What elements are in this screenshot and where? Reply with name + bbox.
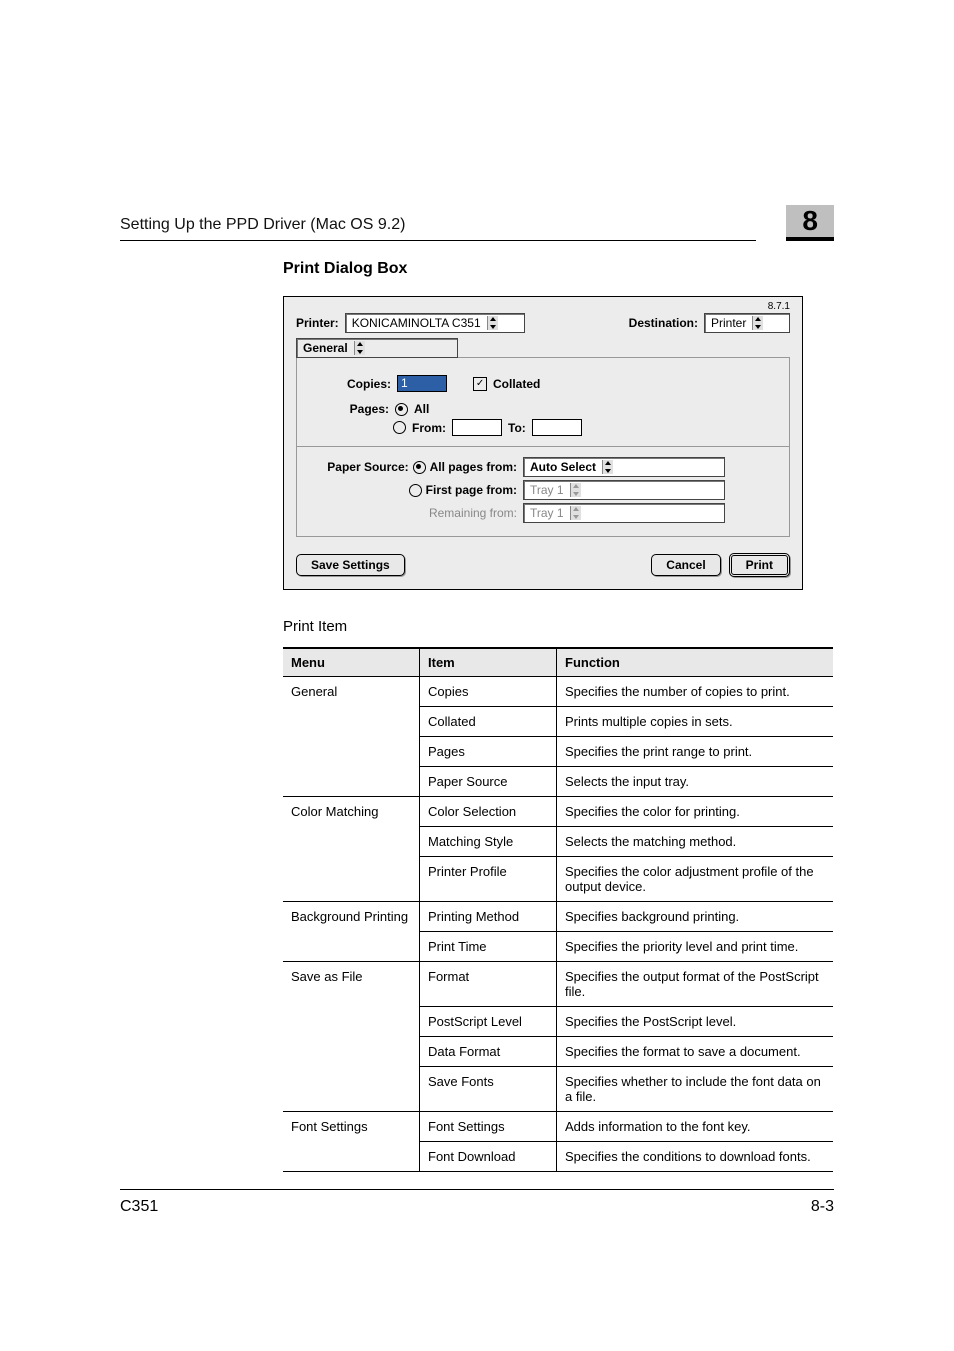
destination-popup[interactable]: Printer [704,313,790,333]
cell-item: Printing Method [420,902,557,932]
print-button[interactable]: Print [729,553,790,577]
cell-func: Selects the input tray. [557,767,834,797]
th-function: Function [557,648,834,677]
cell-func: Specifies the color adjustment profile o… [557,857,834,902]
panel-popup-value: General [303,341,348,355]
ps-allpages-popup[interactable]: Auto Select [523,457,725,477]
ps-allpages-value: Auto Select [530,460,596,474]
panel-popup[interactable]: General [296,338,458,358]
copies-input[interactable]: 1 [397,375,447,392]
cell-func: Specifies the output format of the PostS… [557,962,834,1007]
cell-item: Copies [420,677,557,707]
cell-item: Matching Style [420,827,557,857]
printer-popup-value: KONICAMINOLTA C351 [352,316,481,330]
cell-item: Printer Profile [420,857,557,902]
cell-item: Print Time [420,932,557,962]
cell-menu: Color Matching [283,797,420,902]
footer-model: C351 [120,1198,811,1216]
th-item: Item [420,648,557,677]
pages-to-input[interactable] [532,419,582,436]
pages-all-label: All [414,402,429,416]
cancel-button[interactable]: Cancel [651,554,720,576]
destination-popup-value: Printer [711,316,746,330]
printer-label: Printer: [296,316,339,330]
cell-func: Specifies the priority level and print t… [557,932,834,962]
ps-allpages-radio[interactable] [413,461,426,474]
ps-firstpage-radio[interactable] [409,484,422,497]
table-row: Color Matching Color Selection Specifies… [283,797,833,827]
table-row: General Copies Specifies the number of c… [283,677,833,707]
cell-item: Data Format [420,1037,557,1067]
save-settings-button[interactable]: Save Settings [296,554,405,576]
table-row: Background Printing Printing Method Spec… [283,902,833,932]
cell-func: Selects the matching method. [557,827,834,857]
th-menu: Menu [283,648,420,677]
table-row: Save as File Format Specifies the output… [283,962,833,1007]
cell-func: Specifies the conditions to download fon… [557,1142,834,1172]
cell-func: Specifies the PostScript level. [557,1007,834,1037]
cell-menu: Save as File [283,962,420,1112]
ps-firstpage-value: Tray 1 [530,483,564,497]
cell-item: Color Selection [420,797,557,827]
cell-item: Save Fonts [420,1067,557,1112]
copies-label: Copies: [347,377,391,391]
pages-from-input[interactable] [452,419,502,436]
cell-item: Format [420,962,557,1007]
updown-icon [354,341,365,355]
collated-label: Collated [493,377,540,391]
ps-remaining-popup: Tray 1 [523,503,725,523]
destination-label: Destination: [629,316,698,330]
ps-firstpage-popup: Tray 1 [523,480,725,500]
pages-label: Pages: [347,402,389,416]
cell-func: Specifies the print range to print. [557,737,834,767]
cell-item: PostScript Level [420,1007,557,1037]
footer-page-number: 8-3 [811,1198,834,1216]
updown-icon [570,506,581,520]
cell-item: Pages [420,737,557,767]
running-head-title: Setting Up the PPD Driver (Mac OS 9.2) [120,216,756,241]
updown-icon [752,316,763,330]
paper-source-label: Paper Source: [327,460,408,474]
pages-from-radio[interactable] [393,421,406,434]
cell-menu: Background Printing [283,902,420,962]
cell-item: Font Download [420,1142,557,1172]
cell-item: Collated [420,707,557,737]
dialog-version: 8.7.1 [768,301,790,312]
ps-allpages-label: All pages from: [430,460,517,474]
table-row: Font Settings Font Settings Adds informa… [283,1112,833,1142]
print-item-table: Menu Item Function General Copies Specif… [283,647,833,1172]
cell-func: Adds information to the font key. [557,1112,834,1142]
cell-func: Specifies the color for printing. [557,797,834,827]
printer-popup[interactable]: KONICAMINOLTA C351 [345,313,525,333]
cell-menu: General [283,677,420,797]
collated-checkbox[interactable]: ✓ [473,377,487,391]
cell-func: Specifies the number of copies to print. [557,677,834,707]
cell-menu: Font Settings [283,1112,420,1172]
ps-remaining-label: Remaining from: [429,506,517,520]
pages-all-radio[interactable] [395,403,408,416]
pages-from-label: From: [412,421,446,435]
chapter-number: 8 [786,205,834,241]
ps-firstpage-label: First page from: [426,483,517,497]
updown-icon [570,483,581,497]
cell-func: Specifies the format to save a document. [557,1037,834,1067]
ps-remaining-value: Tray 1 [530,506,564,520]
cell-item: Paper Source [420,767,557,797]
print-dialog: 8.7.1 Printer: KONICAMINOLTA C351 Destin… [283,296,803,590]
cell-item: Font Settings [420,1112,557,1142]
section-title: Print Dialog Box [283,260,834,278]
updown-icon [602,460,613,474]
cell-func: Specifies whether to include the font da… [557,1067,834,1112]
updown-icon [487,316,498,330]
pages-to-label: To: [508,421,526,435]
cell-func: Prints multiple copies in sets. [557,707,834,737]
cell-func: Specifies background printing. [557,902,834,932]
table-caption: Print Item [283,618,834,635]
